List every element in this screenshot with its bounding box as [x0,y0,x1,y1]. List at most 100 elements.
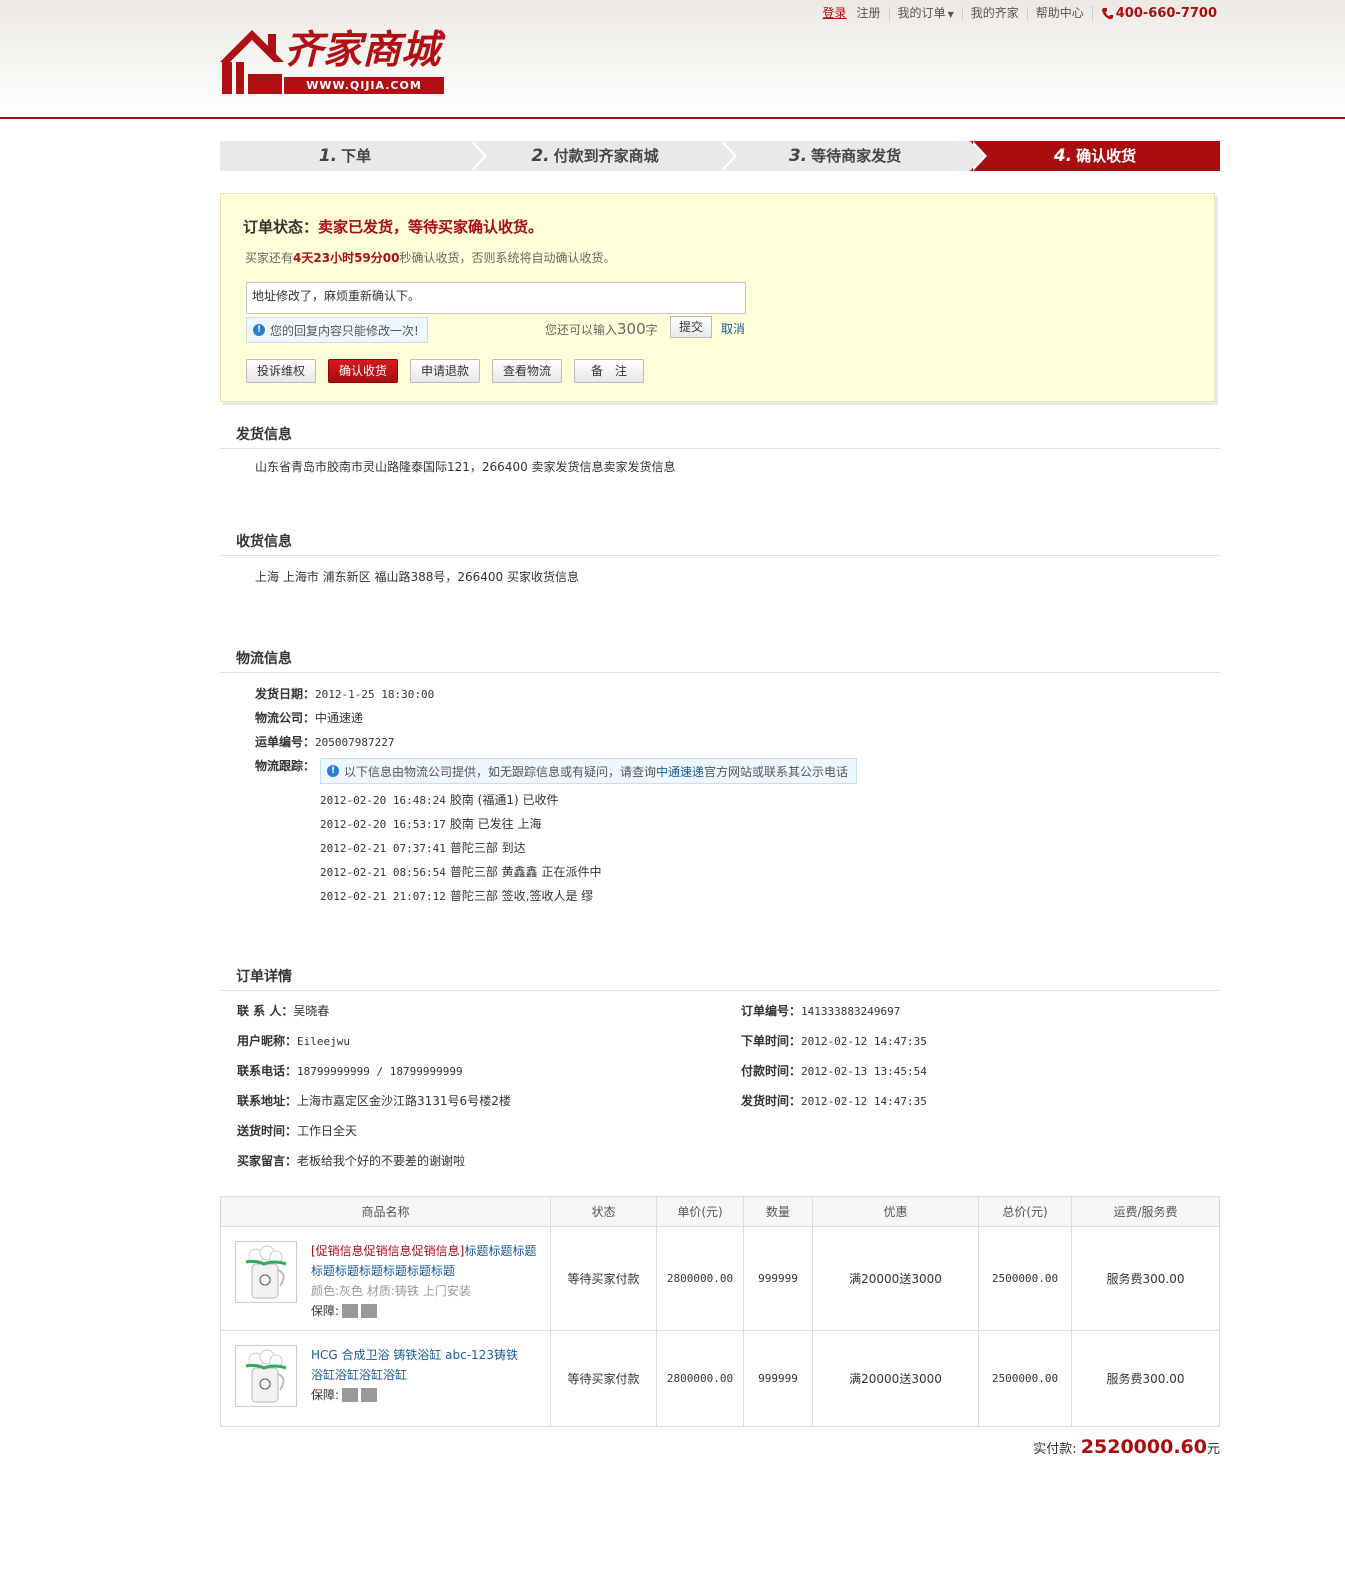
tracking-entry: 2012-02-21 07:37:41 普陀三部 到达 [320,839,526,856]
delivery-value: 工作日全天 [297,1124,358,1138]
complaint-button[interactable]: 投诉维权 [246,359,316,383]
order-number-label: 订单编号： [741,1004,802,1018]
phone-value: 18799999999 / 18799999999 [297,1065,463,1078]
refund-button[interactable]: 申请退款 [410,359,480,383]
product-thumbnail[interactable] [235,1345,297,1407]
guarantee-badge-icon [361,1304,378,1318]
hotline-number: 400-660-7700 [1115,6,1217,21]
tracking-label-row: 物流跟踪： [255,757,315,774]
order-actions: 投诉维权 确认收货 申请退款 查看物流 备 注 [246,359,656,383]
help-center-link[interactable]: 帮助中心 [1026,7,1092,20]
discount-cell: 满20000送3000 [812,1330,979,1427]
order-time-label: 下单时间： [741,1034,802,1048]
logo-url: WWW.QIJIA.COM [284,77,444,94]
step-number: 3. [788,146,808,166]
unit-price-cell: 2800000.00 [656,1226,744,1331]
step-number: 4. [1053,146,1073,166]
tracking-entry: 2012-02-20 16:53:17 胶南 已发往 上海 [320,815,541,832]
reply-notice-text: 您的回复内容只能修改一次! [270,323,419,338]
pay-time-value: 2012-02-13 13:45:54 [801,1065,927,1078]
ship-time-row: 发货时间：2012-02-12 14:47:35 [741,1092,927,1109]
tracking-time: 2012-02-20 16:53:17 [320,818,446,831]
discount-cell: 满20000送3000 [812,1226,979,1331]
waybill-label: 运单编号： [255,735,316,749]
contact-label: 联 系 人： [237,1004,294,1018]
column-header: 单价(元) [656,1196,744,1227]
product-title-link[interactable]: HCG 合成卫浴 铸铁浴缸 abc-123铸铁浴缸浴缸浴缸浴缸 [311,1348,518,1382]
register-link[interactable]: 注册 [853,7,889,20]
tracking-time: 2012-02-20 16:48:24 [320,794,446,807]
tracking-label: 物流跟踪： [255,759,316,773]
view-logistics-button[interactable]: 查看物流 [492,359,562,383]
remark-button[interactable]: 备 注 [574,359,644,383]
order-details-heading: 订单详情 [236,969,292,985]
table-row: HCG 合成卫浴 铸铁浴缸 abc-123铸铁浴缸浴缸浴缸浴缸 保障: 等待买家… [220,1330,1220,1427]
step-1: 1. 下单 [220,141,487,171]
receiving-address: 上海 上海市 浦东新区 福山路388号，266400 买家收货信息 [255,570,579,584]
step-label: 确认收货 [1076,147,1137,165]
countdown-suffix: 秒确认收货，否则系统将自动确认收货。 [399,251,616,265]
tracking-text: 普陀三部 签收,签收人是 缪 [449,889,594,903]
guarantee-row: 保障: [311,1385,521,1405]
order-number-value: 141333883249697 [801,1005,901,1018]
promo-text[interactable]: [促销信息促销信息促销信息] [311,1244,464,1258]
confirm-receipt-button[interactable]: 确认收货 [328,359,398,383]
ship-date-label: 发货日期： [255,687,316,701]
logistics-info-heading: 物流信息 [236,651,292,667]
column-header: 数量 [743,1196,813,1227]
tracking-notice-text: 以下信息由物流公司提供，如无跟踪信息或有疑问，请查询 [344,764,657,779]
vase-image-icon [245,1245,287,1299]
my-qijia-link[interactable]: 我的齐家 [961,7,1027,20]
pay-time-label: 付款时间： [741,1064,802,1078]
guarantee-row: 保障: [311,1301,541,1321]
my-orders-menu[interactable]: 我的订单 ▼ [888,6,962,21]
product-thumbnail[interactable] [235,1241,297,1303]
divider [220,448,1220,449]
hotline: 400-660-7700 [1091,6,1217,21]
guarantee-badge-icon [342,1304,359,1318]
step-label: 下单 [341,147,372,165]
remaining-chars: 您还可以输入300字 [545,320,658,338]
goods-name-cell: [促销信息促销信息促销信息]标题标题标题标题标题标题标题标题标题 颜色:灰色 材… [220,1226,551,1331]
chevron-down-icon: ▼ [947,9,954,19]
guarantee-badge-icon [361,1388,378,1402]
receiving-info-heading: 收货信息 [236,534,292,550]
unit-price-cell: 2800000.00 [656,1330,744,1427]
order-status-panel: 订单状态：卖家已发货，等待买家确认收货。 买家还有4天23小时59分00秒确认收… [220,193,1215,402]
phone-row: 联系电话：18799999999 / 18799999999 [237,1062,463,1079]
reply-input[interactable]: 地址修改了，麻烦重新确认下。 [246,282,746,314]
waybill-value: 205007987227 [315,736,395,749]
carrier-link[interactable]: 中通速递 [656,763,704,780]
total-price-cell: 2500000.00 [978,1330,1072,1427]
cancel-link[interactable]: 取消 [721,320,745,337]
status-cell: 等待买家付款 [550,1330,657,1427]
divider [220,672,1220,673]
step-label: 付款到齐家商城 [553,147,659,165]
payment-amount: 2520000.60 [1080,1436,1207,1458]
step-2: 2. 付款到齐家商城 [470,141,737,171]
submit-button[interactable]: 提交 [670,316,712,338]
site-logo[interactable]: 齐家商城 WWW.QIJIA.COM [218,26,450,96]
payment-unit: 元 [1206,1442,1220,1457]
address-value: 上海市嘉定区金沙江路3131号6号楼2楼 [297,1094,511,1108]
divider [220,555,1220,556]
delivery-time-row: 送货时间：工作日全天 [237,1122,357,1139]
nickname-row: 用户昵称：Eileejwu [237,1032,350,1049]
order-time-row: 下单时间：2012-02-12 14:47:35 [741,1032,927,1049]
step-4-active: 4. 确认收货 [970,141,1220,171]
tracking-entry: 2012-02-21 21:07:12 普陀三部 签收,签收人是 缪 [320,887,593,904]
tracking-entry: 2012-02-20 16:48:24 胶南 (福通1) 已收件 [320,791,558,808]
remaining-count: 300 [617,320,646,338]
confirm-countdown: 买家还有4天23小时59分00秒确认收货，否则系统将自动确认收货。 [245,249,615,266]
shipping-address: 山东省青岛市胶南市灵山路隆泰国际121，266400 卖家发货信息卖家发货信息 [255,460,676,474]
order-status-heading: 订单状态：卖家已发货，等待买家确认收货。 [243,216,543,237]
info-icon: ! [327,765,339,777]
status-label: 订单状态： [243,218,319,236]
tracking-time: 2012-02-21 21:07:12 [320,890,446,903]
info-icon: ! [253,324,265,336]
remaining-suffix: 字 [645,323,658,337]
vase-image-icon [245,1349,287,1403]
login-link[interactable]: 登录 [815,7,853,20]
fee-cell: 服务费300.00 [1071,1226,1220,1331]
logistics-company-row: 物流公司：中通速递 [255,709,363,726]
